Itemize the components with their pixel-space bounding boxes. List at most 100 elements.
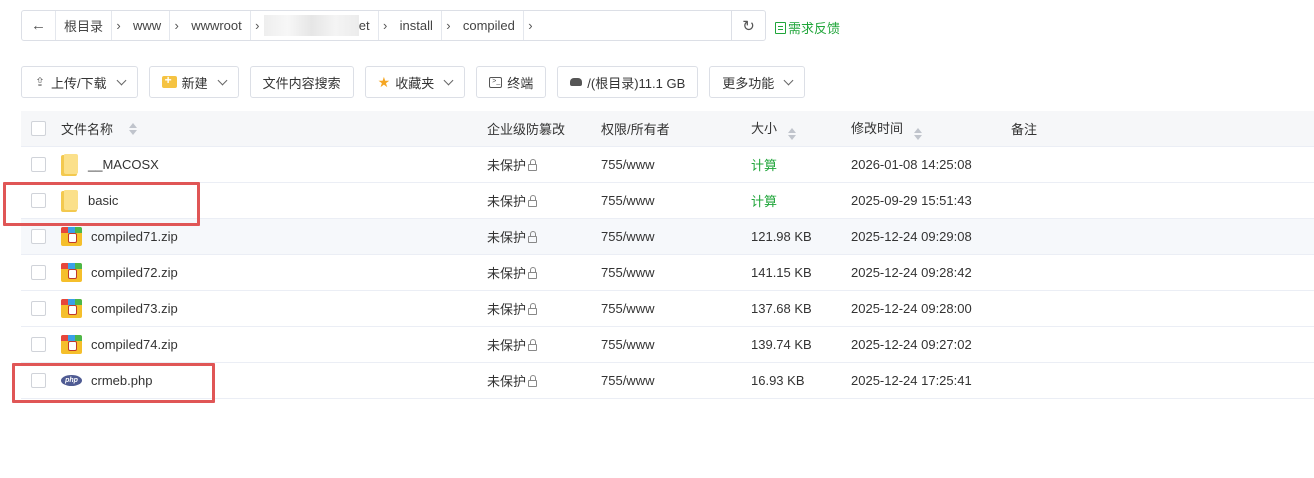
file-name[interactable]: compiled72.zip (91, 265, 178, 280)
lock-icon[interactable] (528, 339, 538, 351)
feedback-label: 需求反馈 (788, 21, 841, 36)
mtime-value: 2025-12-24 09:28:00 (851, 301, 972, 316)
chevron-down-icon (217, 75, 228, 85)
protection-status: 未保护 (487, 302, 527, 317)
breadcrumb-install[interactable]: install (392, 11, 441, 40)
permission-value[interactable]: 755/www (601, 301, 751, 316)
upload-icon: ⇪ (34, 75, 46, 89)
header-size-label: 大小 (751, 120, 778, 136)
permission-value[interactable]: 755/www (601, 265, 751, 280)
lock-icon[interactable] (528, 159, 538, 171)
protection-status: 未保护 (487, 266, 527, 281)
size-value: 137.68 KB (751, 301, 812, 316)
lock-icon[interactable] (528, 303, 538, 315)
file-name[interactable]: compiled74.zip (91, 337, 178, 352)
size-value: 121.98 KB (751, 229, 812, 244)
header-name[interactable]: 文件名称 (55, 119, 481, 138)
new-button[interactable]: 新建 (148, 66, 239, 98)
new-label: 新建 (181, 75, 208, 91)
row-checkbox[interactable] (30, 301, 46, 316)
calculate-size-link[interactable]: 计算 (751, 155, 851, 174)
permission-value[interactable]: 755/www (601, 229, 751, 244)
refresh-icon[interactable]: ↻ (731, 11, 765, 40)
chevron-right-icon[interactable]: › (440, 11, 455, 40)
chevron-right-icon[interactable]: › (249, 11, 264, 40)
more-functions-button[interactable]: 更多功能 (709, 66, 806, 98)
favorites-label: 收藏夹 (395, 75, 435, 91)
upload-download-label: 上传/下载 (51, 75, 107, 91)
terminal-button[interactable]: >_ 终端 (476, 66, 547, 98)
chevron-right-icon[interactable]: › (377, 11, 392, 40)
sort-icon[interactable] (787, 127, 796, 140)
chevron-down-icon (116, 75, 127, 85)
row-checkbox[interactable] (30, 157, 46, 172)
protection-status: 未保护 (487, 374, 527, 389)
back-arrow-icon[interactable]: ← (22, 11, 56, 40)
header-permission: 权限/所有者 (601, 122, 670, 137)
lock-icon[interactable] (528, 231, 538, 243)
mtime-value: 2025-12-24 17:25:41 (851, 373, 972, 388)
file-name[interactable]: compiled71.zip (91, 229, 178, 244)
header-mtime[interactable]: 修改时间 (851, 118, 1011, 140)
size-value: 141.15 KB (751, 265, 812, 280)
chevron-right-icon[interactable]: › (522, 11, 537, 40)
lock-icon[interactable] (528, 267, 538, 279)
header-size[interactable]: 大小 (751, 118, 851, 140)
header-name-label: 文件名称 (61, 122, 114, 137)
breadcrumb-www[interactable]: www (125, 11, 169, 40)
file-name[interactable]: compiled73.zip (91, 301, 178, 316)
terminal-icon: >_ (489, 76, 503, 88)
file-name[interactable]: __MACOSX (88, 157, 159, 172)
content-search-label: 文件内容搜索 (262, 75, 341, 91)
permission-value[interactable]: 755/www (601, 193, 751, 208)
protection-status: 未保护 (487, 230, 527, 245)
row-checkbox[interactable] (30, 337, 46, 352)
permission-value[interactable]: 755/www (601, 157, 751, 172)
row-checkbox[interactable] (30, 265, 46, 280)
mtime-value: 2025-12-24 09:27:02 (851, 337, 972, 352)
breadcrumb-wwwroot[interactable]: wwwroot (183, 11, 250, 40)
size-value: 139.74 KB (751, 337, 812, 352)
calculate-size-link[interactable]: 计算 (751, 191, 851, 210)
select-all-checkbox[interactable] (30, 121, 46, 136)
breadcrumb-redacted[interactable] (263, 15, 359, 36)
breadcrumb-root[interactable]: 根目录 (56, 11, 111, 40)
lock-icon[interactable] (528, 375, 538, 387)
disk-icon (570, 78, 583, 86)
sort-icon[interactable] (129, 122, 138, 135)
table-row[interactable]: compiled73.zip 未保护 755/www 137.68 KB 202… (21, 291, 1314, 327)
disk-label: /(根目录)11.1 GB (587, 75, 686, 91)
permission-value[interactable]: 755/www (601, 337, 751, 352)
highlight-box-basic (3, 182, 200, 226)
chevron-right-icon[interactable]: › (111, 11, 125, 40)
disk-button[interactable]: /(根目录)11.1 GB (557, 66, 699, 98)
breadcrumb-site[interactable]: et (359, 11, 378, 40)
folder-icon (61, 153, 79, 176)
permission-value[interactable]: 755/www (601, 373, 751, 388)
lock-icon[interactable] (528, 195, 538, 207)
table-row[interactable]: compiled72.zip 未保护 755/www 141.15 KB 202… (21, 255, 1314, 291)
feedback-link[interactable]: 需求反馈 (775, 18, 840, 37)
table-row[interactable]: __MACOSX 未保护 755/www 计算 2026-01-08 14:25… (21, 147, 1314, 183)
content-search-button[interactable]: 文件内容搜索 (249, 66, 354, 98)
row-checkbox[interactable] (30, 229, 46, 244)
table-row[interactable]: compiled74.zip 未保护 755/www 139.74 KB 202… (21, 327, 1314, 363)
favorites-button[interactable]: ★ 收藏夹 (364, 66, 466, 98)
protection-status: 未保护 (487, 158, 527, 173)
table-row[interactable]: basic 未保护 755/www 计算 2025-09-29 15:51:43 (21, 183, 1314, 219)
sort-icon[interactable] (913, 127, 922, 140)
file-table: 文件名称 企业级防篡改 权限/所有者 大小 修改时间 备注 __MACOSX 未… (21, 111, 1314, 399)
zip-file-icon (61, 263, 82, 282)
new-folder-icon (161, 73, 177, 88)
chevron-right-icon[interactable]: › (169, 11, 183, 40)
header-protection: 企业级防篡改 (487, 122, 566, 137)
path-bar: ← 根目录 › www › wwwroot › et › install › c… (21, 10, 766, 41)
chevron-down-icon (443, 75, 454, 85)
mtime-value: 2025-12-24 09:28:42 (851, 265, 972, 280)
upload-download-button[interactable]: ⇪ 上传/下载 (21, 66, 138, 98)
breadcrumb-compiled[interactable]: compiled (455, 11, 523, 40)
mtime-value: 2025-12-24 09:29:08 (851, 229, 972, 244)
terminal-label: 终端 (507, 75, 534, 91)
table-row[interactable]: compiled71.zip 未保护 755/www 121.98 KB 202… (21, 219, 1314, 255)
path-input-area[interactable] (537, 11, 731, 40)
